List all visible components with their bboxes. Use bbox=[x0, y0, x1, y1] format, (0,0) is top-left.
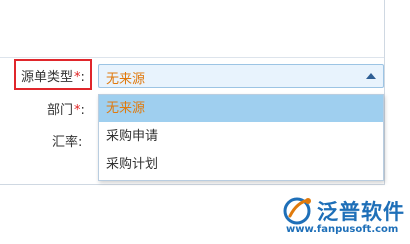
exchange-rate-label-text: 汇率 bbox=[52, 135, 79, 150]
dropdown-option-no-source[interactable]: 无来源 bbox=[99, 95, 383, 122]
source-type-dropdown-list: 无来源 采购申请 采购计划 bbox=[98, 94, 384, 181]
annotation-highlight-box bbox=[14, 59, 92, 90]
label-colon: : bbox=[80, 103, 85, 118]
logo-url: www.fanpusoft.com bbox=[286, 224, 399, 235]
panel-header-band bbox=[0, 0, 384, 58]
department-label: 部门*: bbox=[47, 99, 85, 118]
fanpu-logo: 泛普软件 www.fanpusoft.com bbox=[280, 196, 408, 240]
department-label-text: 部门 bbox=[47, 103, 74, 118]
exchange-rate-label: 汇率: bbox=[52, 131, 82, 150]
dropdown-option-purchase-request[interactable]: 采购申请 bbox=[99, 123, 383, 150]
dropdown-arrow-up-icon[interactable] bbox=[366, 73, 376, 79]
label-colon: : bbox=[78, 135, 83, 150]
fanpu-logo-mark-icon bbox=[283, 197, 311, 225]
source-type-select-value: 无来源 bbox=[106, 72, 146, 87]
logo-name: 泛普软件 bbox=[317, 200, 405, 224]
dropdown-option-purchase-plan[interactable]: 采购计划 bbox=[99, 151, 383, 178]
source-type-select[interactable]: 无来源 bbox=[98, 64, 384, 88]
